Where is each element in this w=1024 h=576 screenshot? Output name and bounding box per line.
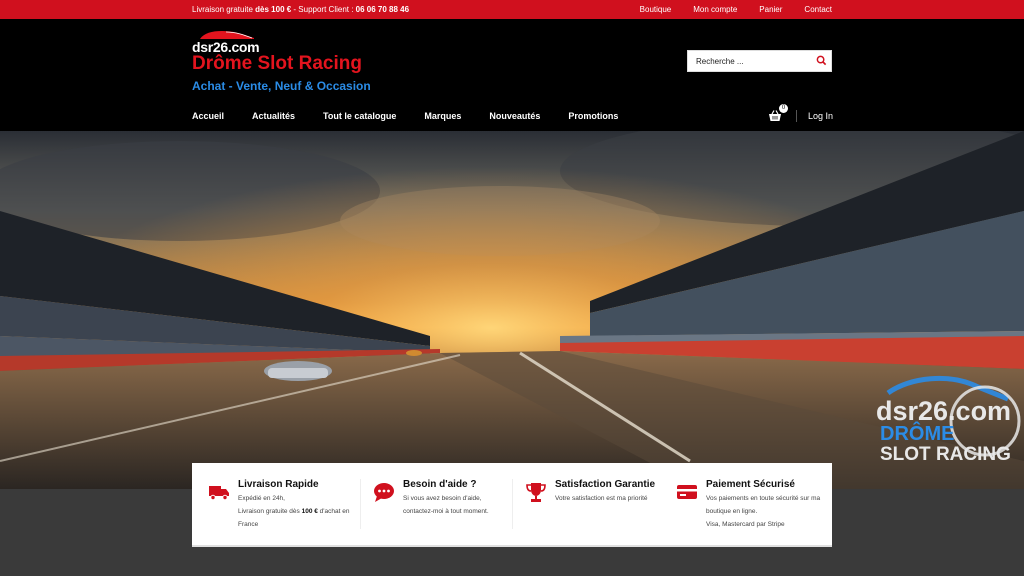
brand-tagline: Achat - Vente, Neuf & Occasion xyxy=(192,79,371,93)
search-box xyxy=(687,50,832,72)
nav-accueil[interactable]: Accueil xyxy=(192,111,224,121)
racetrack-hero-image xyxy=(0,131,1024,489)
site-header: dsr26.com Drôme Slot Racing Achat - Vent… xyxy=(0,19,1024,131)
feature-paiement: Paiement Sécurisé Vos paiements en toute… xyxy=(660,463,832,547)
nav-promotions[interactable]: Promotions xyxy=(568,111,618,121)
features-panel: Livraison Rapide Expédié en 24h, Livrais… xyxy=(192,463,832,547)
feature-text: Si vous avez besoin d'aide, contactez-mo… xyxy=(403,492,523,518)
top-link-mon-compte[interactable]: Mon compte xyxy=(693,5,737,14)
cart-button[interactable]: 0 xyxy=(768,104,788,123)
feature-text: Expédié en 24h, Livraison gratuite dès 1… xyxy=(238,492,358,531)
feature-line: Si vous avez besoin d'aide, xyxy=(403,495,482,502)
trophy-icon xyxy=(526,483,546,502)
feature-aide: Besoin d'aide ? Si vous avez besoin d'ai… xyxy=(357,463,512,547)
support-phone[interactable]: 06 06 70 88 46 xyxy=(356,5,409,14)
feature-line: Expédié en 24h, xyxy=(238,495,285,502)
feature-text: Votre satisfaction est ma priorité xyxy=(555,492,675,505)
feature-satisfaction: Satisfaction Garantie Votre satisfaction… xyxy=(509,463,664,547)
search-input[interactable] xyxy=(688,51,808,72)
support-label: - Support Client : xyxy=(291,5,356,14)
feature-line: Livraison gratuite dès xyxy=(238,508,302,515)
top-link-panier[interactable]: Panier xyxy=(759,5,782,14)
main-nav: Accueil Actualités Tout le catalogue Mar… xyxy=(192,111,646,121)
feature-text: Vos paiements en toute sécurité sur ma b… xyxy=(706,492,824,531)
top-bar-info: Livraison gratuite dès 100 € - Support C… xyxy=(192,5,409,14)
nav-catalogue[interactable]: Tout le catalogue xyxy=(323,111,396,121)
shipping-threshold: dès 100 € xyxy=(255,5,292,14)
cart-count-badge: 0 xyxy=(779,104,788,113)
top-links: Boutique Mon compte Panier Contact xyxy=(618,5,832,14)
login-link[interactable]: Log In xyxy=(808,111,833,121)
feature-title: Paiement Sécurisé xyxy=(706,479,795,490)
feature-line: Votre satisfaction est ma priorité xyxy=(555,495,648,502)
hero-watermark: dsr26.com DRÔME SLOT RACING xyxy=(876,396,1016,466)
top-link-boutique[interactable]: Boutique xyxy=(640,5,672,14)
credit-card-icon xyxy=(677,485,697,499)
hero-banner: dsr26.com DRÔME SLOT RACING xyxy=(0,131,1024,489)
watermark-line2: SLOT RACING xyxy=(880,444,1011,465)
search-icon[interactable] xyxy=(816,55,827,66)
nav-marques[interactable]: Marques xyxy=(424,111,461,121)
top-bar: Livraison gratuite dès 100 € - Support C… xyxy=(0,0,1024,19)
nav-divider xyxy=(796,110,797,122)
feature-line: Vos paiements en toute sécurité sur ma b… xyxy=(706,495,821,515)
feature-title: Satisfaction Garantie xyxy=(555,479,656,490)
top-link-contact[interactable]: Contact xyxy=(804,5,832,14)
chat-icon xyxy=(374,483,394,502)
feature-line: Visa, Mastercard par Stripe xyxy=(706,521,785,528)
site-logo[interactable]: dsr26.com xyxy=(192,30,262,55)
feature-line-bold: 100 € xyxy=(301,508,318,515)
nav-nouveautes[interactable]: Nouveautés xyxy=(489,111,540,121)
nav-actualites[interactable]: Actualités xyxy=(252,111,295,121)
feature-title: Besoin d'aide ? xyxy=(403,479,477,490)
shipping-text: Livraison gratuite xyxy=(192,5,256,14)
feature-line: contactez-moi à tout moment. xyxy=(403,508,489,515)
brand-name: Drôme Slot Racing xyxy=(192,53,362,74)
feature-title: Livraison Rapide xyxy=(238,479,319,490)
feature-livraison: Livraison Rapide Expédié en 24h, Livrais… xyxy=(192,463,360,547)
truck-icon xyxy=(209,486,229,501)
